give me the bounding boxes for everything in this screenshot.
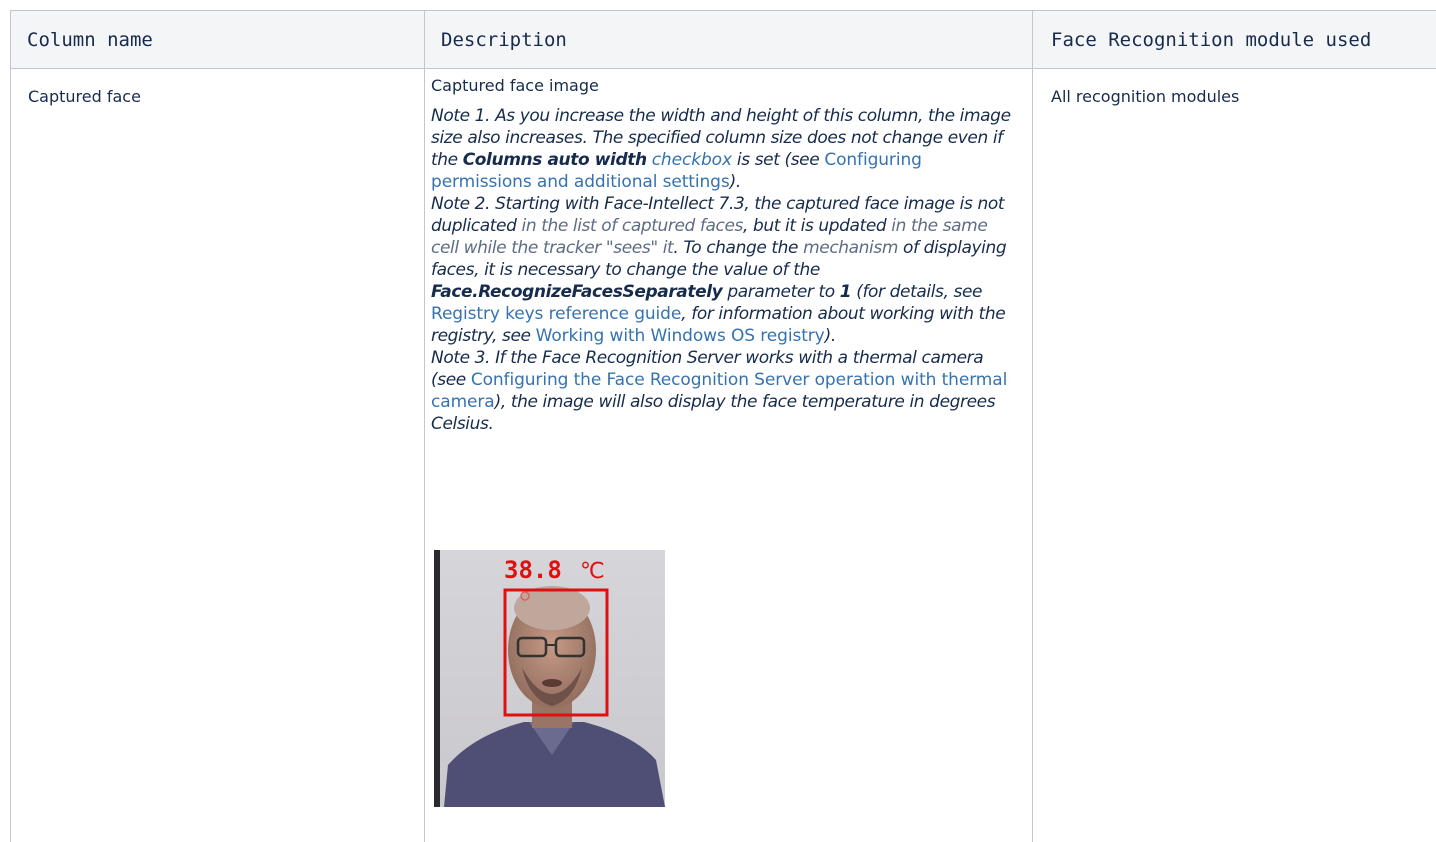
registry-key-bold: Face.RecognizeFacesSeparately xyxy=(431,282,723,302)
cell-column-name: Captured face xyxy=(28,87,141,106)
checkbox-link[interactable]: checkbox xyxy=(652,150,732,170)
note-2: Note 2. Starting with Face-Intellect 7.3… xyxy=(431,194,1007,346)
header-description: Description xyxy=(441,29,567,51)
celsius-label: ℃ xyxy=(580,559,605,584)
captured-face-thermal-image: 38.8 ℃ xyxy=(434,550,665,807)
description-title: Captured face image xyxy=(431,76,599,95)
column-divider xyxy=(1032,11,1033,842)
windows-registry-link[interactable]: Working with Windows OS registry xyxy=(536,326,825,346)
header-column-name: Column name xyxy=(27,29,153,51)
registry-keys-guide-link[interactable]: Registry keys reference guide xyxy=(431,304,681,324)
registry-value-bold: 1 xyxy=(839,282,852,302)
note-3: Note 3. If the Face Recognition Server w… xyxy=(431,348,1008,434)
cell-description: Captured face image Note 1. As you incre… xyxy=(431,75,1011,435)
columns-auto-width-bold: Columns auto width xyxy=(462,150,647,170)
note-1: Note 1. As you increase the width and he… xyxy=(431,106,1011,192)
table-header-row: Column name Description Face Recognition… xyxy=(11,11,1436,69)
cell-module-used: All recognition modules xyxy=(1051,87,1240,106)
temperature-label: 38.8 xyxy=(504,556,562,584)
column-divider xyxy=(424,11,425,842)
header-module-used: Face Recognition module used xyxy=(1051,29,1372,51)
